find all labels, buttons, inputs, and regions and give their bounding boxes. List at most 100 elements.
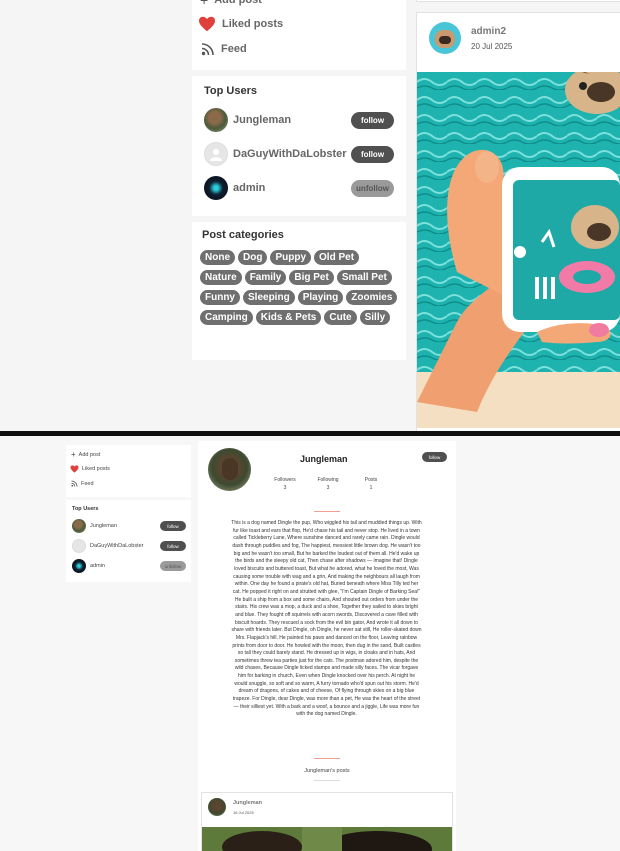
stat-value: 3	[326, 485, 330, 491]
sidebar-item-label: Add post	[214, 0, 262, 6]
category-tag[interactable]: Nature	[200, 270, 242, 285]
heart-icon	[199, 16, 215, 32]
bio-line: would snuggle, so soft and so warm, A fu…	[234, 680, 419, 687]
follow-button[interactable]: follow	[160, 521, 186, 531]
divider-line	[314, 511, 340, 512]
user-name[interactable]: admin	[233, 182, 351, 194]
category-tag[interactable]: Sleeping	[243, 290, 295, 305]
top-user-row: DaGuyWithDaLobster follow	[72, 539, 186, 553]
unfollow-button[interactable]: unfollow	[351, 179, 394, 197]
sidebar-item-label: Liked posts	[82, 466, 110, 472]
sidebar-item-liked-posts[interactable]: Liked posts	[198, 16, 283, 32]
bio-line: trapeze. For Dingle, dear Dingle, was mo…	[232, 696, 421, 703]
profile-avatar	[208, 448, 251, 491]
category-tag[interactable]: Small Pet	[336, 270, 392, 285]
top-users-heading: Top Users	[72, 506, 99, 512]
category-tag[interactable]: Kids & Pets	[255, 310, 322, 325]
bio-line: big and he wasn't too small, But he bark…	[233, 550, 420, 557]
bio-line: within. One day he found a pirate's old …	[234, 581, 419, 588]
divider-line	[314, 780, 340, 781]
bottom-screenshot: + Add post Liked posts Feed Top Users Ju…	[0, 436, 620, 851]
rss-icon	[71, 480, 78, 487]
bio-line: causing some trouble with wag and a grin…	[233, 573, 420, 580]
user-placeholder-icon	[210, 149, 222, 161]
category-list: None Dog Puppy Old Pet Nature Family Big…	[200, 250, 400, 325]
category-tag[interactable]: Big Pet	[289, 270, 334, 285]
bio-line: cat. He popped it right on and strutted …	[232, 588, 421, 595]
post-author-avatar[interactable]	[429, 22, 461, 54]
category-tag[interactable]: Silly	[359, 310, 391, 325]
plus-icon: +	[71, 450, 76, 459]
avatar[interactable]	[204, 176, 228, 200]
profile-name: Jungleman	[300, 454, 348, 464]
sidebar-item-feed[interactable]: Feed	[201, 42, 247, 56]
bio-line: dash through puddles and fog, The happie…	[232, 542, 421, 549]
bio-line: biscuit hoards. They rescued a sock from…	[234, 619, 419, 626]
follow-button[interactable]: follow	[422, 452, 447, 462]
top-user-row: DaGuyWithDaLobster follow	[204, 141, 394, 167]
user-name[interactable]: Jungleman	[90, 523, 160, 529]
avatar[interactable]	[72, 519, 86, 533]
stat-value: 1	[369, 485, 373, 491]
user-name[interactable]: DaGuyWithDaLobster	[233, 148, 351, 160]
post-image[interactable]	[417, 72, 620, 428]
post-author-name[interactable]: admin2	[471, 26, 506, 37]
bio-line: loved biscuits and buttered toast, But w…	[234, 565, 419, 572]
profile-bio: This is a dog named Dingle the pup, Who …	[210, 520, 443, 719]
user-name[interactable]: Jungleman	[233, 114, 351, 126]
category-tag[interactable]: Family	[244, 270, 287, 285]
bio-line: him for barking in church, Even when Din…	[237, 673, 416, 680]
bio-line: share with friends later. But Dingle, oh…	[231, 627, 422, 634]
bio-line: — their silliest yet. With a bark and a …	[233, 703, 420, 710]
post-image[interactable]	[202, 827, 452, 851]
top-users-heading: Top Users	[204, 85, 257, 97]
divider-line	[314, 758, 340, 759]
post-date: 16 Jul 2025	[233, 810, 254, 815]
category-tag[interactable]: Dog	[238, 250, 268, 265]
bio-line: This is a dog named Dingle the pup, Who …	[231, 520, 422, 526]
following-stat[interactable]: Following 3	[311, 477, 345, 491]
bio-line: the birds and the sleepy old cat, Then c…	[235, 558, 418, 565]
top-screenshot: + Add post Liked posts Feed Top Users Ju…	[0, 0, 620, 431]
bio-line: with the dog named Dingle.	[296, 711, 357, 718]
sidebar-item-label: Feed	[81, 480, 94, 487]
sidebar-item-label: Feed	[221, 43, 247, 55]
bio-line: so tall they could barely stand. He dres…	[237, 650, 416, 657]
follow-button[interactable]: follow	[351, 111, 394, 129]
sidebar-item-label: Liked posts	[222, 18, 284, 30]
posts-stat: Posts 1	[354, 477, 388, 491]
bio-line: dream of dragons, of cakes and of cheese…	[238, 688, 415, 695]
top-user-row: admin unfollow	[72, 559, 186, 573]
avatar[interactable]	[204, 108, 228, 132]
follow-button[interactable]: follow	[160, 541, 186, 551]
followers-stat[interactable]: Followers 3	[268, 477, 302, 491]
bio-line: Mrs. Flapjack's hill. He painted his paw…	[235, 634, 418, 641]
sidebar-item-label: Add post	[78, 451, 101, 458]
category-tag[interactable]: None	[200, 250, 235, 265]
post-author-avatar[interactable]	[208, 798, 226, 816]
category-tag[interactable]: Puppy	[270, 250, 312, 265]
category-tag[interactable]: Playing	[297, 290, 344, 305]
bio-line: prints from door to door. He howled with…	[232, 642, 421, 649]
sidebar-item-liked-posts[interactable]: Liked posts	[70, 465, 110, 473]
post-author-name[interactable]: Jungleman	[233, 800, 262, 806]
sidebar-item-add-post[interactable]: + Add post	[200, 0, 262, 8]
categories-heading: Post categories	[202, 229, 284, 241]
top-user-row: admin unfollow	[204, 175, 394, 201]
sidebar-item-add-post[interactable]: + Add post	[71, 450, 100, 459]
category-tag[interactable]: Zoomies	[346, 290, 398, 305]
category-tag[interactable]: Camping	[200, 310, 253, 325]
category-tag[interactable]: Cute	[324, 310, 357, 325]
unfollow-button[interactable]: unfollow	[160, 561, 186, 571]
rss-icon	[201, 43, 214, 56]
category-tag[interactable]: Old Pet	[314, 250, 360, 265]
user-posts-heading: Jungleman's posts	[304, 768, 350, 774]
avatar[interactable]	[204, 142, 228, 166]
follow-button[interactable]: follow	[351, 145, 394, 163]
user-name[interactable]: DaGuyWithDaLobster	[90, 543, 160, 549]
avatar[interactable]	[72, 539, 86, 553]
avatar[interactable]	[72, 559, 86, 573]
user-name[interactable]: admin	[90, 563, 160, 569]
sidebar-item-feed[interactable]: Feed	[71, 480, 94, 487]
category-tag[interactable]: Funny	[200, 290, 240, 305]
